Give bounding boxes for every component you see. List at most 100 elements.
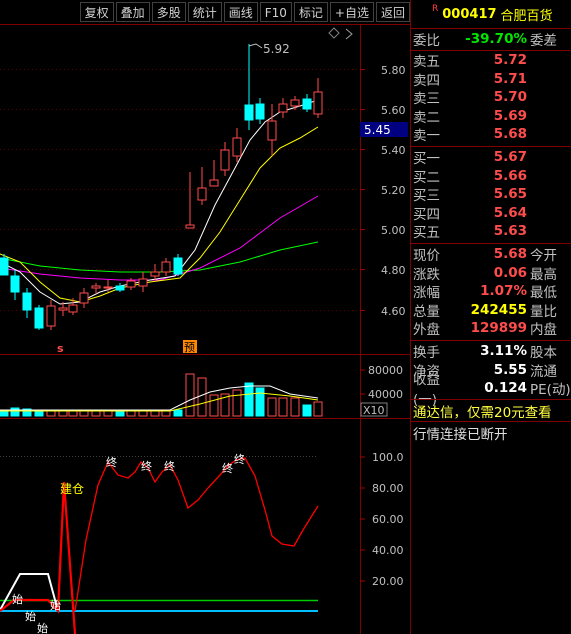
- buy-label: 买四: [413, 206, 440, 223]
- buy-row: 买三 5.65: [412, 185, 571, 204]
- buy-value: 5.63: [493, 223, 527, 240]
- quote-stats: 现价 5.68 今开 涨跌 0.06 最高 涨幅 1.07% 最低 总量 242455 量比 外盘 129…: [412, 245, 571, 338]
- indicator-axis-label: 60.00: [372, 513, 404, 526]
- sell-row: 卖三 5.70: [412, 88, 571, 107]
- stat-value: 129899: [470, 320, 527, 337]
- volume-bar-down: [302, 404, 312, 417]
- indicator-axis-label: 100.0: [372, 451, 404, 464]
- buy-row: 买五 5.63: [412, 222, 571, 241]
- extra-value: 3.11%: [480, 343, 527, 360]
- volume-unit: X10: [363, 404, 385, 417]
- high-annotation: 5.92: [263, 42, 290, 56]
- chevron-right-icon[interactable]: [345, 28, 353, 40]
- candle-up: [79, 292, 89, 304]
- quote-divider-6: [410, 421, 571, 422]
- extra-value: 0.124: [484, 380, 527, 397]
- extra-label2: PE(动): [530, 382, 571, 399]
- stat-label2: 最低: [530, 285, 557, 302]
- weibi-label: 委比: [413, 33, 440, 50]
- marker-yu: 预: [184, 341, 195, 354]
- indicator-axis-label: 40.00: [372, 544, 404, 557]
- candle-down: [244, 104, 254, 121]
- diamond-icon[interactable]: [328, 27, 340, 39]
- volume-bar-down: [173, 409, 183, 417]
- sell-orders: 卖五 5.72 卖四 5.71 卖三 5.70 卖二 5.69 卖一 5.68: [412, 51, 571, 144]
- sell-row: 卖二 5.69: [412, 107, 571, 126]
- volume-axis: 80000 40000: [360, 364, 403, 401]
- candle-down: [0, 257, 9, 276]
- candle-up: [220, 149, 230, 171]
- sell-label: 卖四: [413, 72, 440, 89]
- sell-row: 卖五 5.72: [412, 51, 571, 70]
- candle-up: [91, 285, 101, 289]
- buy-row: 买二 5.66: [412, 167, 571, 186]
- candle-up: [126, 280, 136, 288]
- volume-bar-up: [103, 410, 113, 417]
- price-axis-label: 5.40: [381, 144, 406, 157]
- extra-value: 5.55: [493, 361, 527, 378]
- ma20-line: [0, 195, 319, 281]
- stat-value: 1.07%: [480, 283, 527, 300]
- volume-bar-up: [138, 410, 148, 417]
- sell-value: 5.69: [493, 107, 527, 124]
- candle-up: [313, 91, 323, 115]
- volume-bar-up: [126, 410, 136, 417]
- volume-axis-label: 80000: [368, 364, 403, 377]
- shi-label-1: 始: [12, 592, 23, 606]
- sell-row: 卖一 5.68: [412, 125, 571, 144]
- price-axis-label: 5.60: [381, 104, 406, 117]
- candle-up: [46, 305, 56, 327]
- ad-banner[interactable]: 通达信，仅需20元查看: [413, 401, 552, 421]
- weicha-label: 委差: [530, 33, 557, 50]
- stat-label: 总量: [413, 303, 440, 320]
- buy-row: 买一 5.67: [412, 148, 571, 167]
- stat-label2: 今开: [530, 248, 557, 265]
- candle-up: [290, 99, 300, 107]
- high-pointer: [248, 43, 263, 49]
- stat-row: 外盘 129899 内盘: [412, 319, 571, 338]
- volume-bar-down: [115, 410, 125, 417]
- stat-row: 涨跌 0.06 最高: [412, 264, 571, 283]
- zhong-label-1: 终: [106, 455, 117, 469]
- sell-label: 卖二: [413, 109, 440, 126]
- stat-label2: 最高: [530, 266, 557, 283]
- shi-label-4: 始: [50, 598, 61, 612]
- price-axis-label: 4.60: [381, 305, 406, 318]
- extra-row: 换手 3.11% 股本: [412, 342, 571, 361]
- buy-value: 5.67: [493, 149, 527, 166]
- candle-up: [68, 304, 78, 313]
- sell-value: 5.70: [493, 89, 527, 106]
- volume-bar-down: [255, 387, 265, 417]
- stat-value: 242455: [470, 301, 527, 318]
- candle-up: [185, 224, 195, 229]
- weibi-row: 委比 -39.70% 委差: [412, 30, 571, 49]
- zhong-label-4: 终: [222, 461, 233, 475]
- sell-value: 5.68: [493, 126, 527, 143]
- indicator-axis: 100.0 80.00 60.00 40.00 20.00: [360, 451, 404, 588]
- buy-orders: 买一 5.67 买二 5.66 买三 5.65 买四 5.64 买五 5.63: [412, 148, 571, 241]
- stat-row: 涨幅 1.07% 最低: [412, 282, 571, 301]
- candle-up: [58, 307, 68, 311]
- zhong-label-5: 终: [234, 452, 245, 466]
- price-axis: 5.80 5.60 5.40 5.20 5.00 4.80 4.60: [381, 64, 406, 318]
- price-axis-label: 4.80: [381, 264, 406, 277]
- candle-up: [161, 261, 171, 273]
- volume-bar-up: [161, 410, 171, 417]
- volume-bar-up: [91, 410, 101, 417]
- marker-s: s: [57, 342, 64, 355]
- jiancang-label: 建仓: [60, 482, 84, 496]
- stat-value: 5.68: [493, 246, 527, 263]
- indicator-axis-label: 20.00: [372, 575, 404, 588]
- buy-row: 买四 5.64: [412, 204, 571, 223]
- shi-label-2: 始: [25, 609, 36, 623]
- stat-value: 0.06: [493, 264, 527, 281]
- volume-bar-up: [267, 397, 277, 417]
- candle-down: [22, 292, 32, 311]
- extra-label2: 股本: [530, 345, 557, 362]
- connection-status: 行情连接已断开: [413, 427, 508, 443]
- volume-bar-up: [209, 394, 219, 417]
- candle-up: [138, 278, 148, 287]
- candle-down: [255, 103, 265, 120]
- weibi-value: -39.70%: [465, 31, 527, 48]
- volume-bar-up: [185, 373, 195, 417]
